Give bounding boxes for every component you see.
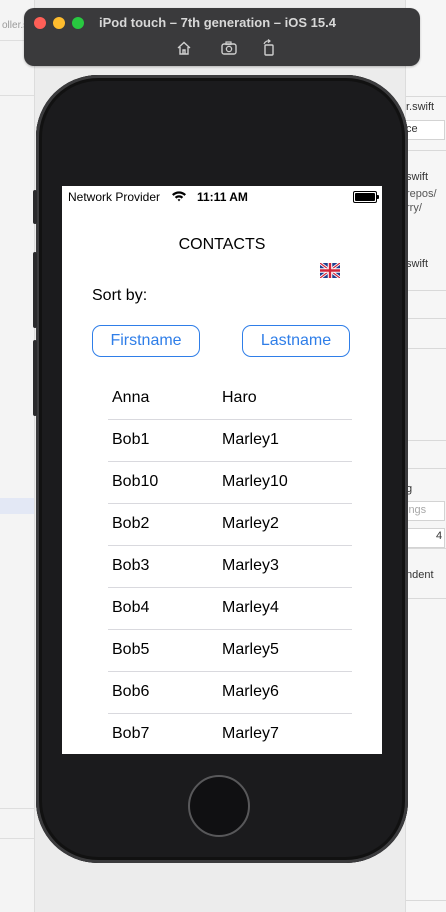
close-window-button[interactable]: [34, 17, 46, 29]
simulator-title-bar: iPod touch – 7th generation – iOS 15.4: [24, 8, 420, 66]
ide-file-name: swift: [406, 171, 428, 183]
contact-row[interactable]: Anna Haro: [108, 378, 352, 420]
ide-file-name: swift: [406, 258, 428, 270]
contact-lastname: Haro: [222, 389, 257, 406]
contact-firstname: Anna: [112, 389, 150, 406]
divider: [406, 318, 446, 319]
wifi-icon: [171, 190, 187, 202]
divider: [406, 468, 446, 469]
device-side-button: [33, 190, 37, 224]
page-title: CONTACTS: [178, 236, 266, 253]
contact-row[interactable]: Bob2 Marley2: [108, 504, 352, 546]
contact-row[interactable]: Bob10 Marley10: [108, 462, 352, 504]
divider: [0, 838, 34, 839]
screenshot-icon[interactable]: [220, 39, 238, 57]
ide-field-value: 4: [436, 530, 443, 542]
contact-row[interactable]: Bob6 Marley6: [108, 672, 352, 714]
minimize-window-button[interactable]: [53, 17, 65, 29]
contact-firstname: Bob7: [112, 725, 150, 742]
ide-path: repos/: [406, 188, 437, 200]
sort-by-label: Sort by:: [92, 287, 148, 304]
ide-field-placeholder: ings: [406, 504, 427, 516]
simulator-title: iPod touch – 7th generation – iOS 15.4: [99, 15, 336, 30]
contact-firstname: Bob5: [112, 641, 150, 658]
contact-row[interactable]: Bob3 Marley3: [108, 546, 352, 588]
device-screen: Network Provider 11:11 AM CONTACTS Sort …: [62, 186, 382, 754]
contact-firstname: Bob1: [112, 431, 150, 448]
divider: [406, 348, 446, 349]
contact-lastname: Marley3: [222, 557, 279, 574]
contact-firstname: Bob6: [112, 683, 150, 700]
ide-label: ndent: [406, 569, 434, 581]
contacts-list: Anna Haro Bob1 Marley1 Bob10 Marley10 Bo…: [108, 378, 352, 754]
volume-down-button: [33, 340, 37, 416]
divider: [406, 290, 446, 291]
divider: [0, 95, 34, 96]
contact-lastname: Marley7: [222, 725, 279, 742]
rotate-icon[interactable]: [260, 39, 278, 57]
uk-flag-icon[interactable]: [319, 261, 341, 280]
contact-row[interactable]: Bob1 Marley1: [108, 420, 352, 462]
volume-up-button: [33, 252, 37, 328]
sort-lastname-button[interactable]: Lastname: [242, 325, 350, 357]
contact-lastname: Marley2: [222, 515, 279, 532]
contact-row[interactable]: Bob4 Marley4: [108, 588, 352, 630]
battery-icon: [353, 191, 379, 203]
status-bar: Network Provider 11:11 AM: [62, 186, 382, 206]
ide-path: rry/: [406, 202, 422, 214]
divider: [406, 96, 446, 97]
contact-row[interactable]: Bob7 Marley7: [108, 714, 352, 754]
sort-firstname-button[interactable]: Firstname: [92, 325, 200, 357]
ide-file-name: r.swift: [406, 101, 435, 113]
ide-selected-row[interactable]: [0, 498, 34, 514]
contact-lastname: Marley1: [222, 431, 279, 448]
divider: [406, 548, 446, 549]
ide-right-pane: r.swift ce swift repos/ rry/ swift g ing…: [405, 0, 446, 912]
home-button[interactable]: [188, 775, 250, 837]
status-time: 11:11 AM: [197, 190, 248, 204]
contact-lastname: Marley10: [222, 473, 288, 490]
contact-firstname: Bob2: [112, 515, 150, 532]
contact-firstname: Bob3: [112, 557, 150, 574]
divider: [406, 598, 446, 599]
contact-lastname: Marley5: [222, 641, 279, 658]
contact-lastname: Marley6: [222, 683, 279, 700]
divider: [406, 440, 446, 441]
ide-left-pane: oller.s: [0, 0, 35, 912]
divider: [0, 808, 34, 809]
contact-firstname: Bob10: [112, 473, 159, 490]
divider: [406, 150, 446, 151]
contact-row[interactable]: Bob5 Marley5: [108, 630, 352, 672]
divider: [406, 900, 446, 901]
contact-firstname: Bob4: [112, 599, 150, 616]
home-icon[interactable]: [175, 39, 193, 57]
carrier-label: Network Provider: [68, 190, 161, 204]
zoom-window-button[interactable]: [72, 17, 84, 29]
contact-lastname: Marley4: [222, 599, 279, 616]
